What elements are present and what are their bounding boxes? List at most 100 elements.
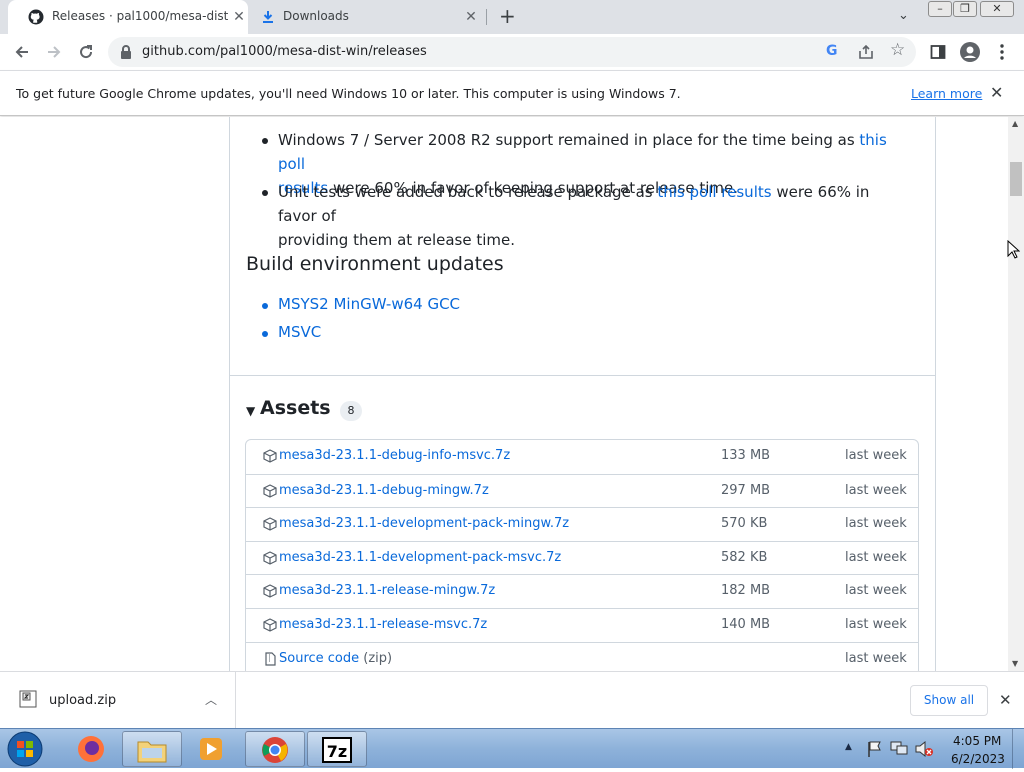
restore-icon[interactable]: ❐	[953, 1, 977, 17]
bookmark-star-icon[interactable]: ☆	[890, 40, 905, 60]
download-item[interactable]: upload.zip ︿	[0, 672, 236, 728]
address-bar[interactable]: github.com/pal1000/mesa-dist-win/release…	[108, 37, 916, 67]
chevron-up-icon[interactable]: ︿	[205, 691, 217, 708]
tab-downloads[interactable]: Downloads ✕	[250, 0, 486, 34]
tab-title: Downloads	[283, 9, 349, 23]
tab-strip: Releases · pal1000/mesa-dist-win ✕ Downl…	[0, 0, 1024, 34]
tab-releases[interactable]: Releases · pal1000/mesa-dist-win ✕	[8, 0, 248, 34]
network-icon[interactable]	[890, 740, 908, 756]
update-infobar: To get future Google Chrome updates, you…	[0, 70, 1024, 116]
asset-date: last week	[845, 650, 907, 666]
asset-link[interactable]: mesa3d-23.1.1-development-pack-msvc.7z	[279, 550, 561, 565]
asset-date: last week	[845, 616, 907, 632]
note-text: providing them at release time.	[278, 231, 516, 249]
bullet	[262, 303, 268, 309]
menu-kebab-icon[interactable]	[992, 42, 1012, 62]
asset-link[interactable]: mesa3d-23.1.1-debug-info-msvc.7z	[279, 448, 510, 463]
asset-size: 297 MB	[721, 482, 771, 498]
build-item: MSYS2 MinGW-w64 GCC	[278, 292, 460, 316]
volume-muted-icon[interactable]	[914, 740, 934, 758]
scroll-up-icon[interactable]: ▲	[1012, 119, 1018, 128]
scroll-down-icon[interactable]: ▼	[1012, 659, 1018, 668]
package-icon	[263, 483, 277, 498]
source-code-label[interactable]: Source code	[279, 651, 359, 666]
build-env-heading: Build environment updates	[246, 253, 504, 275]
taskbar-media-player[interactable]	[182, 731, 242, 767]
media-player-icon	[200, 738, 222, 760]
page-scrollbar[interactable]: ▲ ▼	[1008, 117, 1024, 671]
close-tab-icon[interactable]: ✕	[230, 8, 248, 26]
build-item: MSVC	[278, 320, 321, 344]
taskbar-7zip[interactable]: 7z	[307, 731, 367, 767]
zip-file-icon	[19, 690, 37, 708]
taskbar-explorer[interactable]	[122, 731, 182, 767]
close-downloads-icon[interactable]: ✕	[999, 691, 1012, 709]
url-text[interactable]: github.com/pal1000/mesa-dist-win/release…	[142, 44, 427, 59]
minimize-icon[interactable]: –	[928, 1, 952, 17]
source-code-link[interactable]: Source code (zip)	[279, 651, 392, 666]
scroll-thumb[interactable]	[1010, 162, 1022, 196]
msvc-link[interactable]: MSVC	[278, 323, 321, 341]
page-content: Windows 7 / Server 2008 R2 support remai…	[0, 117, 1008, 671]
asset-link[interactable]: mesa3d-23.1.1-development-pack-mingw.7z	[279, 516, 569, 531]
action-center-flag-icon[interactable]	[866, 740, 882, 758]
clock-date[interactable]: 6/2/2023	[951, 752, 1005, 766]
close-window-icon[interactable]: ✕	[980, 1, 1014, 17]
package-icon	[263, 551, 277, 565]
asset-date: last week	[845, 482, 907, 498]
bullet	[262, 190, 268, 196]
asset-date: last week	[845, 549, 907, 565]
show-desktop-button[interactable]	[1012, 729, 1024, 769]
github-icon	[28, 9, 44, 25]
taskbar-chrome[interactable]	[245, 731, 305, 767]
start-button[interactable]	[5, 730, 45, 768]
reload-icon[interactable]	[76, 42, 96, 62]
asset-link[interactable]: mesa3d-23.1.1-release-msvc.7z	[279, 617, 487, 632]
asset-row: mesa3d-23.1.1-debug-mingw.7z 297 MB last w…	[246, 473, 918, 508]
clock-time[interactable]: 4:05 PM	[953, 734, 1001, 748]
learn-more-link[interactable]: Learn more	[911, 86, 982, 101]
asset-date: last week	[845, 583, 907, 599]
infobar-message: To get future Google Chrome updates, you…	[16, 86, 681, 101]
taskbar-firefox[interactable]	[62, 731, 122, 767]
browser-toolbar: github.com/pal1000/mesa-dist-win/release…	[0, 34, 1024, 70]
new-tab-icon[interactable]: +	[499, 4, 516, 28]
7zip-icon: 7z	[322, 737, 352, 763]
close-tab-icon[interactable]: ✕	[462, 8, 480, 26]
assets-list: mesa3d-23.1.1-debug-info-msvc.7z 133 MB la…	[245, 439, 919, 671]
asset-link[interactable]: mesa3d-23.1.1-release-mingw.7z	[279, 583, 495, 598]
asset-row: mesa3d-23.1.1-development-pack-msvc.7z 58…	[246, 540, 918, 575]
assets-title[interactable]: Assets	[260, 397, 331, 419]
asset-date: last week	[845, 516, 907, 532]
collapse-caret-icon[interactable]: ▼	[246, 404, 255, 418]
section-divider	[230, 375, 935, 376]
poll-link[interactable]: this poll results	[657, 183, 771, 201]
google-icon[interactable]: G	[826, 43, 838, 59]
show-hidden-icons[interactable]: ▲	[845, 742, 852, 752]
note-text: Unit tests were added back to release pa…	[278, 183, 658, 201]
asset-link[interactable]: mesa3d-23.1.1-debug-mingw.7z	[279, 483, 489, 498]
assets-count-badge: 8	[340, 401, 362, 421]
show-all-button[interactable]: Show all	[910, 685, 988, 716]
msys2-link[interactable]: MSYS2 MinGW-w64 GCC	[278, 295, 460, 313]
forward-icon[interactable]	[44, 42, 64, 62]
download-filename: upload.zip	[49, 693, 117, 708]
package-icon	[263, 517, 277, 531]
download-icon	[263, 11, 273, 23]
package-icon	[263, 584, 277, 599]
back-icon[interactable]	[12, 42, 32, 62]
side-panel-icon[interactable]	[928, 42, 948, 62]
source-code-format: (zip)	[363, 650, 393, 666]
tab-title: Releases · pal1000/mesa-dist-win	[52, 9, 228, 23]
bullet	[262, 138, 268, 144]
windows-start-icon	[7, 731, 43, 767]
lock-icon[interactable]	[120, 45, 132, 59]
tab-search-icon[interactable]: ⌄	[898, 8, 909, 23]
close-infobar-icon[interactable]: ✕	[990, 83, 1003, 102]
asset-size: 582 KB	[721, 549, 768, 565]
profile-icon[interactable]	[960, 42, 980, 62]
asset-size: 140 MB	[721, 616, 771, 632]
share-icon[interactable]	[858, 45, 874, 59]
asset-row: mesa3d-23.1.1-release-mingw.7z 182 MB last…	[246, 574, 918, 608]
asset-date: last week	[845, 448, 907, 463]
